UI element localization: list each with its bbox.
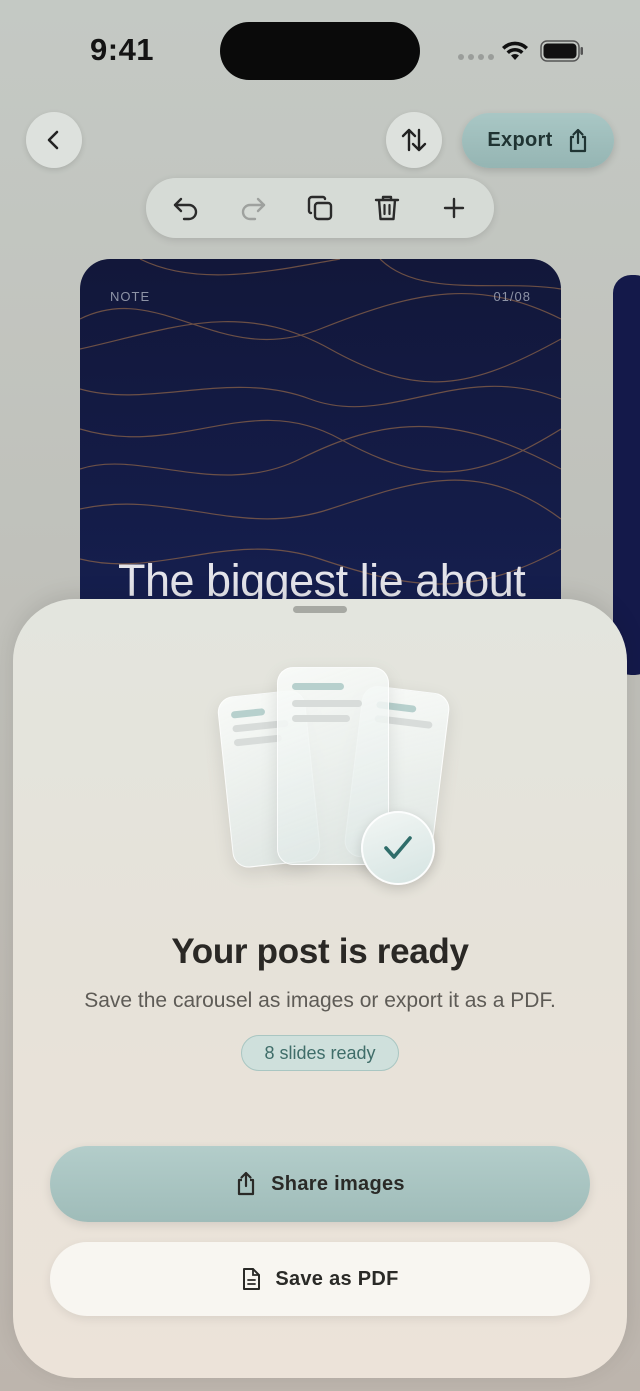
dynamic-island	[220, 22, 420, 80]
document-icon	[243, 1268, 261, 1290]
slides-ready-badge: 8 slides ready	[241, 1035, 399, 1071]
slide-tag: NOTE	[110, 289, 151, 304]
delete-button[interactable]	[361, 182, 413, 234]
export-label: Export	[487, 129, 553, 151]
reorder-button[interactable]	[386, 112, 442, 168]
share-icon	[569, 128, 586, 152]
swap-vertical-icon	[401, 128, 427, 152]
duplicate-icon	[307, 195, 333, 221]
back-button[interactable]	[26, 112, 82, 168]
redo-icon	[241, 197, 265, 221]
plus-icon	[444, 197, 465, 219]
export-button[interactable]: Export	[462, 113, 614, 168]
share-images-button[interactable]: Share images	[50, 1146, 590, 1222]
chevron-left-icon	[47, 130, 59, 150]
redo-button[interactable]	[227, 182, 279, 234]
battery-icon	[540, 40, 583, 62]
save-pdf-button[interactable]: Save as PDF	[50, 1242, 590, 1316]
share-icon	[238, 1171, 255, 1196]
edit-toolbar	[146, 178, 494, 238]
sheet-title: Your post is ready	[171, 932, 469, 971]
save-pdf-label: Save as PDF	[275, 1267, 399, 1290]
success-check-badge	[361, 811, 435, 885]
add-slide-button[interactable]	[428, 182, 480, 234]
slide-counter: 01/08	[493, 289, 531, 304]
export-sheet: Your post is ready Save the carousel as …	[13, 599, 627, 1378]
slides-illustration	[213, 659, 453, 899]
sheet-grabber[interactable]	[293, 606, 347, 613]
next-slide-preview[interactable]	[613, 275, 640, 675]
checkmark-icon	[384, 836, 412, 859]
cellular-signal-icon	[458, 54, 494, 60]
undo-button[interactable]	[160, 182, 212, 234]
trash-icon	[374, 195, 400, 221]
undo-icon	[173, 197, 197, 221]
wifi-icon	[502, 41, 528, 60]
status-time: 9:41	[90, 32, 155, 67]
share-images-label: Share images	[271, 1172, 405, 1195]
duplicate-button[interactable]	[294, 182, 346, 234]
sheet-subtitle: Save the carousel as images or export it…	[84, 989, 556, 1012]
